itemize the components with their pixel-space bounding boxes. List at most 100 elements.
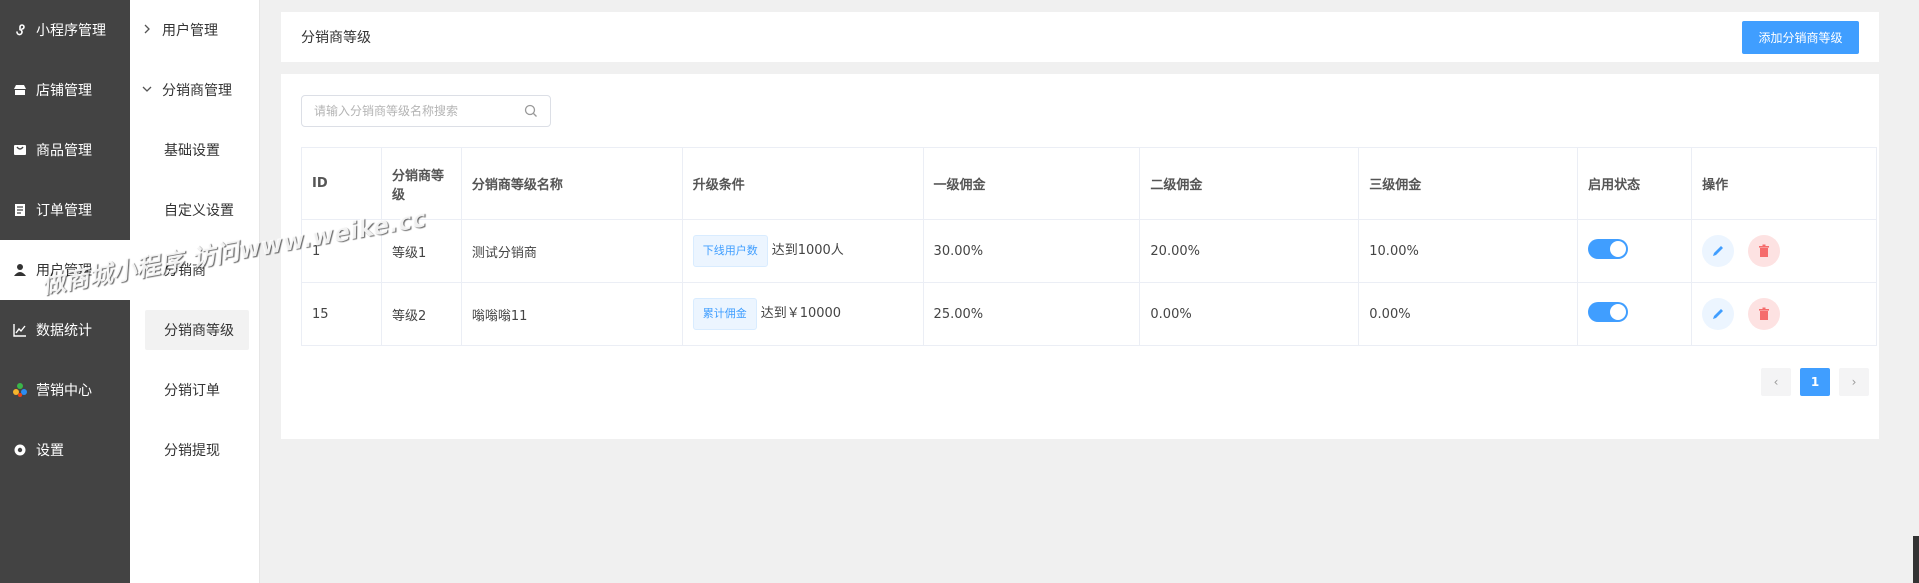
cell-condition: 累计佣金 达到￥10000	[681, 282, 924, 346]
order-icon	[12, 202, 28, 218]
enable-toggle[interactable]	[1588, 239, 1629, 259]
pencil-icon	[1713, 309, 1724, 319]
sidebar-item-user[interactable]: 用户管理	[0, 240, 130, 300]
sidebar-item-label: 小程序管理	[36, 23, 106, 39]
edge-scrollbar	[1913, 536, 1919, 583]
search-input[interactable]	[314, 104, 524, 118]
next-page-button[interactable]: ›	[1839, 368, 1869, 396]
cell-condition: 下线用户数 达到1000人	[681, 219, 924, 283]
sidebar-item-settings[interactable]: 设置	[0, 420, 130, 480]
sub-item-label: 基础设置	[164, 143, 220, 159]
cell-commission-1: 30.00%	[922, 219, 1141, 283]
sub-item-distribution-orders[interactable]: 分销订单	[130, 360, 259, 420]
sidebar-item-label: 数据统计	[36, 323, 92, 339]
enable-toggle[interactable]	[1588, 302, 1629, 322]
col-header-id: ID	[301, 147, 382, 220]
sub-sidebar: 用户管理 分销商管理 基础设置 自定义设置 分销商 分销商等级 分销订单 分销提…	[130, 0, 260, 583]
sub-group-user-management[interactable]: 用户管理	[130, 0, 259, 60]
cell-actions	[1691, 219, 1877, 283]
sub-item-label: 分销商	[164, 263, 206, 279]
mini-program-icon	[12, 22, 28, 38]
add-level-button[interactable]: 添加分销商等级	[1742, 20, 1859, 54]
cell-name: 测试分销商	[460, 219, 683, 283]
sub-group-label: 用户管理	[162, 23, 218, 39]
table-header-row: ID 分销商等级 分销商等级名称 升级条件 一级佣金 二级佣金 三级佣金 启用状…	[301, 147, 1877, 220]
cell-status	[1577, 219, 1693, 283]
sub-group-label: 分销商管理	[162, 83, 232, 99]
goods-icon	[12, 142, 28, 158]
col-header-name: 分销商等级名称	[460, 147, 683, 220]
sidebar-item-label: 营销中心	[36, 383, 92, 399]
table-row: 1 等级1 测试分销商 下线用户数 达到1000人 30.00% 20.00% 1…	[301, 219, 1877, 283]
delete-button[interactable]	[1748, 235, 1781, 267]
condition-text: 达到1000人	[771, 243, 844, 258]
condition-tag: 累计佣金	[692, 298, 757, 330]
content-panel: ID 分销商等级 分销商等级名称 升级条件 一级佣金 二级佣金 三级佣金 启用状…	[281, 74, 1879, 439]
sidebar-item-label: 商品管理	[36, 143, 92, 159]
sub-item-label: 分销提现	[164, 443, 220, 459]
pencil-icon	[1713, 246, 1724, 256]
condition-tag: 下线用户数	[692, 235, 768, 267]
sub-item-custom-settings[interactable]: 自定义设置	[130, 180, 259, 240]
cell-id: 1	[301, 219, 382, 283]
page-title: 分销商等级	[301, 30, 371, 46]
delete-button[interactable]	[1748, 298, 1781, 330]
condition-text: 达到￥10000	[760, 306, 842, 321]
cell-level: 等级2	[380, 282, 462, 346]
cell-status	[1577, 282, 1693, 346]
sub-item-distribution-withdrawals[interactable]: 分销提现	[130, 420, 259, 480]
search-box	[301, 95, 551, 127]
store-icon	[12, 82, 28, 98]
sub-item-label: 分销订单	[164, 383, 220, 399]
trash-icon	[1759, 307, 1770, 320]
user-icon	[12, 262, 28, 278]
sidebar-item-label: 店铺管理	[36, 83, 92, 99]
sub-group-distributor-management[interactable]: 分销商管理	[130, 60, 259, 120]
edit-button[interactable]	[1702, 298, 1735, 330]
cell-id: 15	[301, 282, 382, 346]
col-header-commission-3: 三级佣金	[1358, 147, 1579, 220]
toggle-knob	[1610, 304, 1627, 320]
cell-level: 等级1	[380, 219, 462, 283]
sub-item-distributor-levels[interactable]: 分销商等级	[130, 300, 259, 360]
sidebar-item-mini-program[interactable]: 小程序管理	[0, 0, 130, 60]
cell-name: 嗡嗡嗡11	[460, 282, 683, 346]
page-header: 分销商等级 添加分销商等级	[281, 12, 1879, 62]
cell-commission-2: 20.00%	[1139, 219, 1360, 283]
search-icon[interactable]	[524, 104, 538, 118]
col-header-actions: 操作	[1691, 147, 1877, 220]
cell-commission-3: 0.00%	[1358, 282, 1579, 346]
main-sidebar: 小程序管理 店铺管理 商品管理 订单管理 用户管理 数据统计 营销中心 设置	[0, 0, 130, 583]
sidebar-item-stats[interactable]: 数据统计	[0, 300, 130, 360]
sub-item-distributors[interactable]: 分销商	[130, 240, 259, 300]
sidebar-item-store[interactable]: 店铺管理	[0, 60, 130, 120]
table-row: 15 等级2 嗡嗡嗡11 累计佣金 达到￥10000 25.00% 0.00% 0…	[301, 282, 1877, 346]
cell-actions	[1691, 282, 1877, 346]
sidebar-item-order[interactable]: 订单管理	[0, 180, 130, 240]
cell-commission-2: 0.00%	[1139, 282, 1360, 346]
sub-item-basic-settings[interactable]: 基础设置	[130, 120, 259, 180]
prev-page-button[interactable]: ‹	[1761, 368, 1791, 396]
cell-commission-3: 10.00%	[1358, 219, 1579, 283]
gear-icon	[12, 442, 28, 458]
sidebar-item-label: 用户管理	[36, 263, 92, 279]
col-header-commission-1: 一级佣金	[922, 147, 1141, 220]
chevron-right-icon	[142, 23, 156, 38]
sub-item-label: 分销商等级	[164, 323, 234, 339]
sidebar-item-label: 订单管理	[36, 203, 92, 219]
level-table: ID 分销商等级 分销商等级名称 升级条件 一级佣金 二级佣金 三级佣金 启用状…	[301, 147, 1877, 346]
col-header-level: 分销商等级	[380, 147, 462, 220]
page-number[interactable]: 1	[1800, 368, 1830, 396]
col-header-commission-2: 二级佣金	[1139, 147, 1360, 220]
marketing-icon	[12, 382, 28, 398]
chart-icon	[12, 322, 28, 338]
sub-item-label: 自定义设置	[164, 203, 234, 219]
sidebar-item-goods[interactable]: 商品管理	[0, 120, 130, 180]
sidebar-item-label: 设置	[36, 443, 64, 459]
toggle-knob	[1610, 241, 1627, 257]
edit-button[interactable]	[1702, 235, 1735, 267]
trash-icon	[1759, 244, 1770, 257]
pagination: ‹ 1 ›	[1761, 368, 1869, 396]
chevron-down-icon	[142, 83, 156, 98]
sidebar-item-marketing[interactable]: 营销中心	[0, 360, 130, 420]
